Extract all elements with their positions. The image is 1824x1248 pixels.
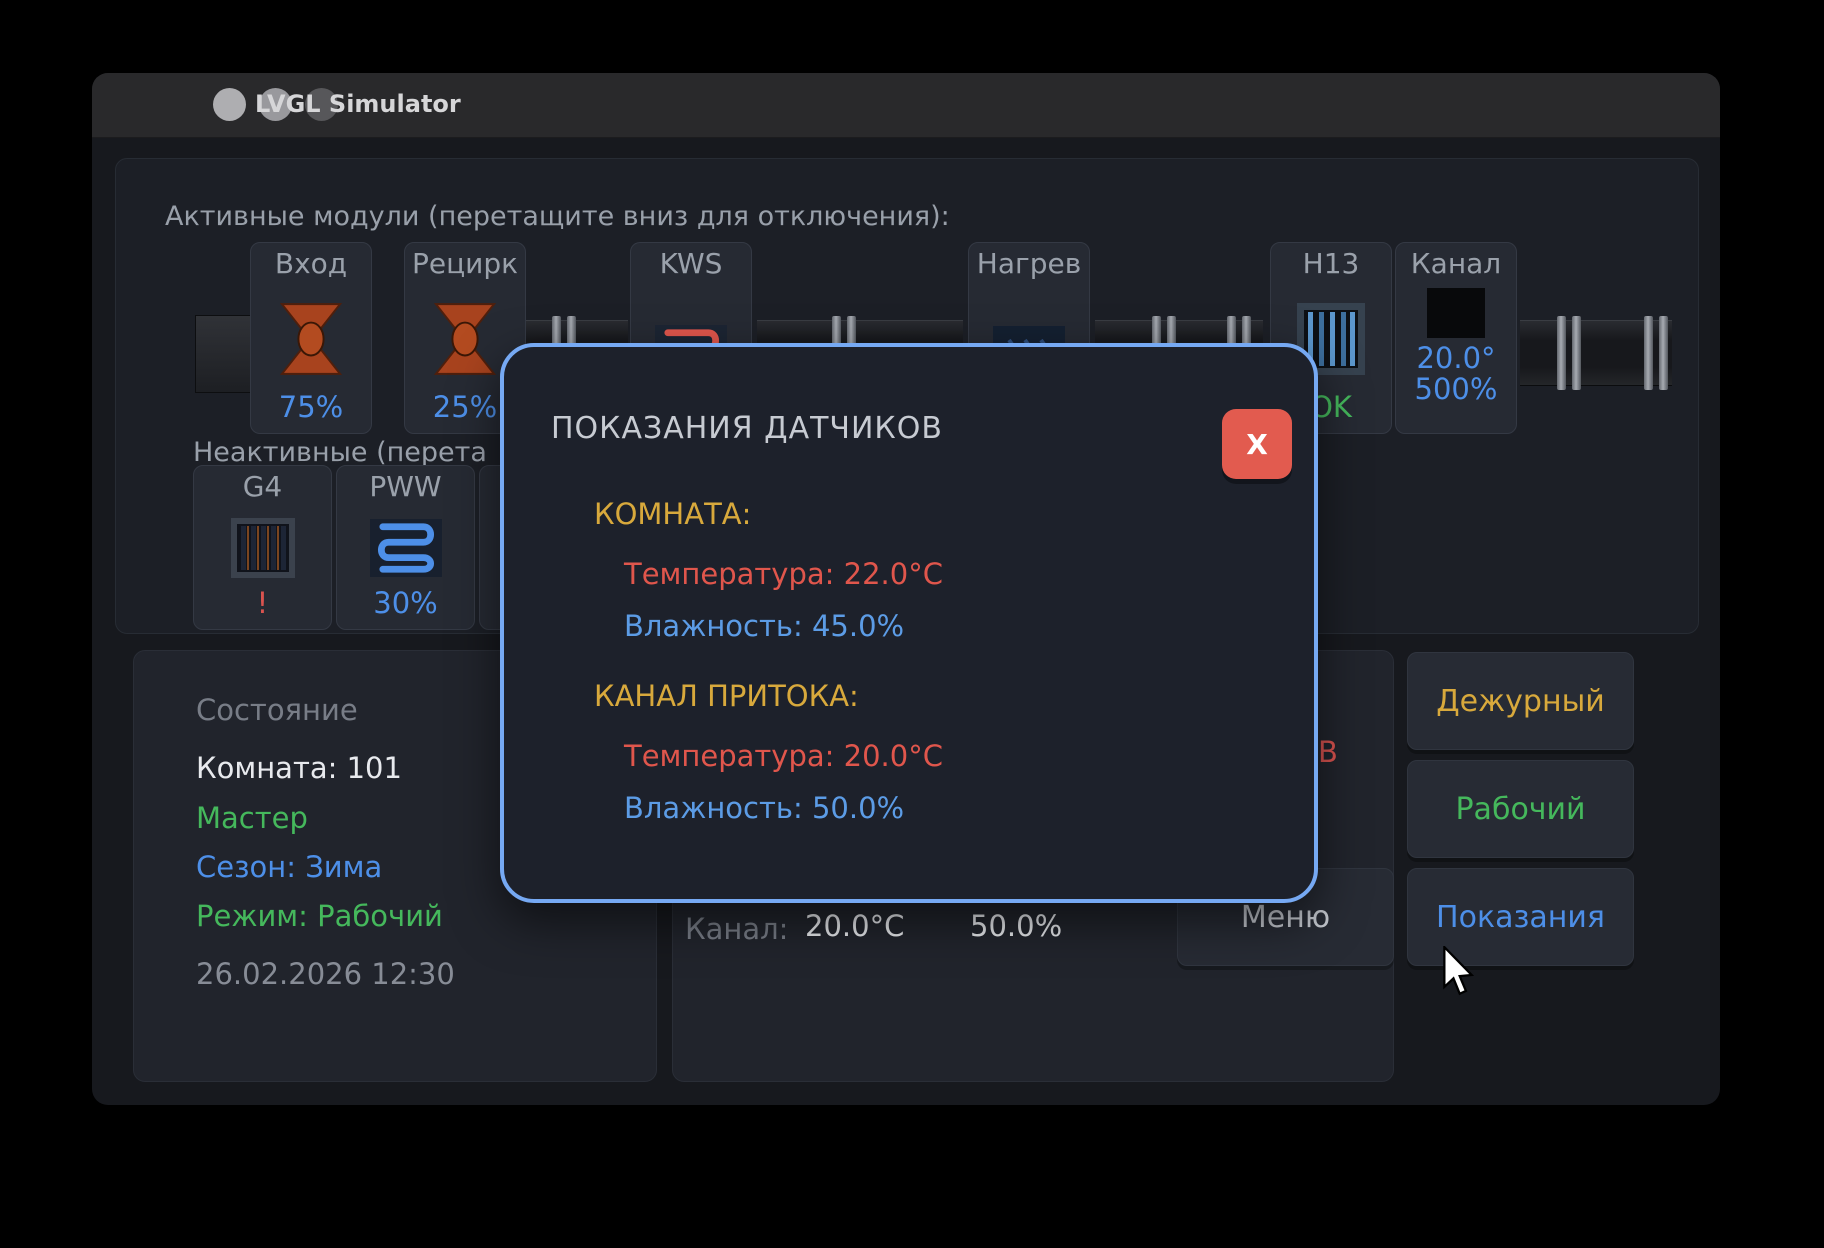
close-icon: X [1246, 428, 1268, 461]
supply-humidity: Влажность: 50.0% [624, 791, 904, 825]
channel-row-label: Канал: [685, 912, 788, 946]
status-mode: Режим: Рабочий [196, 899, 443, 933]
module-card-inlet[interactable]: Вход 75% [250, 242, 372, 434]
duct-flange [1557, 316, 1566, 390]
module-value: 25% [433, 392, 497, 423]
duct-flange [1659, 316, 1668, 390]
filter-dark-icon [231, 508, 295, 588]
coil-blue-icon [370, 508, 442, 588]
damper-icon [434, 285, 496, 392]
section-room-header: КОМНАТА: [594, 497, 751, 531]
channel-row-temperature: 20.0°C [805, 909, 904, 943]
damper-icon [280, 285, 342, 392]
status-room: Комната: 101 [196, 751, 402, 785]
duct-flange [1572, 316, 1581, 390]
active-modules-label: Активные модули (перетащите вниз для отк… [165, 201, 950, 232]
module-card-channel[interactable]: Канал 20.0° 500% [1395, 242, 1517, 434]
mouse-cursor [1440, 946, 1476, 1000]
status-datetime: 26.02.2026 12:30 [196, 957, 455, 991]
dialog-title: ПОКАЗАНИЯ ДАТЧИКОВ [551, 411, 943, 446]
close-window-icon[interactable] [213, 88, 246, 121]
window-title: LVGL Simulator [255, 90, 461, 118]
title-bar: LVGL Simulator [92, 73, 1720, 138]
room-temperature: Температура: 22.0°C [624, 557, 943, 591]
duct-black-icon [1427, 285, 1485, 341]
working-mode-button[interactable]: Рабочий [1407, 760, 1634, 858]
standby-mode-button[interactable]: Дежурный [1407, 652, 1634, 750]
module-value: 75% [279, 392, 343, 423]
module-value: 20.0° 500% [1415, 343, 1498, 405]
dialog-close-button[interactable]: X [1222, 409, 1292, 479]
status-title: Состояние [196, 693, 358, 727]
channel-row-humidity: 50.0% [970, 909, 1062, 943]
inactive-modules-label: Неактивные (перета [193, 437, 487, 468]
duct-flange [1644, 316, 1653, 390]
room-humidity: Влажность: 45.0% [624, 609, 904, 643]
partial-red-value: В [1318, 735, 1338, 769]
section-supply-header: КАНАЛ ПРИТОКА: [594, 679, 859, 713]
status-season: Сезон: Зима [196, 850, 382, 884]
sensor-readings-dialog: ПОКАЗАНИЯ ДАТЧИКОВ X КОМНАТА: Температур… [500, 343, 1318, 903]
module-card-g4[interactable]: G4 ! [193, 465, 332, 630]
module-card-pww[interactable]: PWW 30% [336, 465, 475, 630]
status-master: Мастер [196, 801, 308, 835]
supply-temperature: Температура: 20.0°C [624, 739, 943, 773]
module-value: ! [257, 588, 269, 619]
module-value: 30% [373, 588, 437, 619]
duct-inlet-unit [195, 315, 253, 393]
